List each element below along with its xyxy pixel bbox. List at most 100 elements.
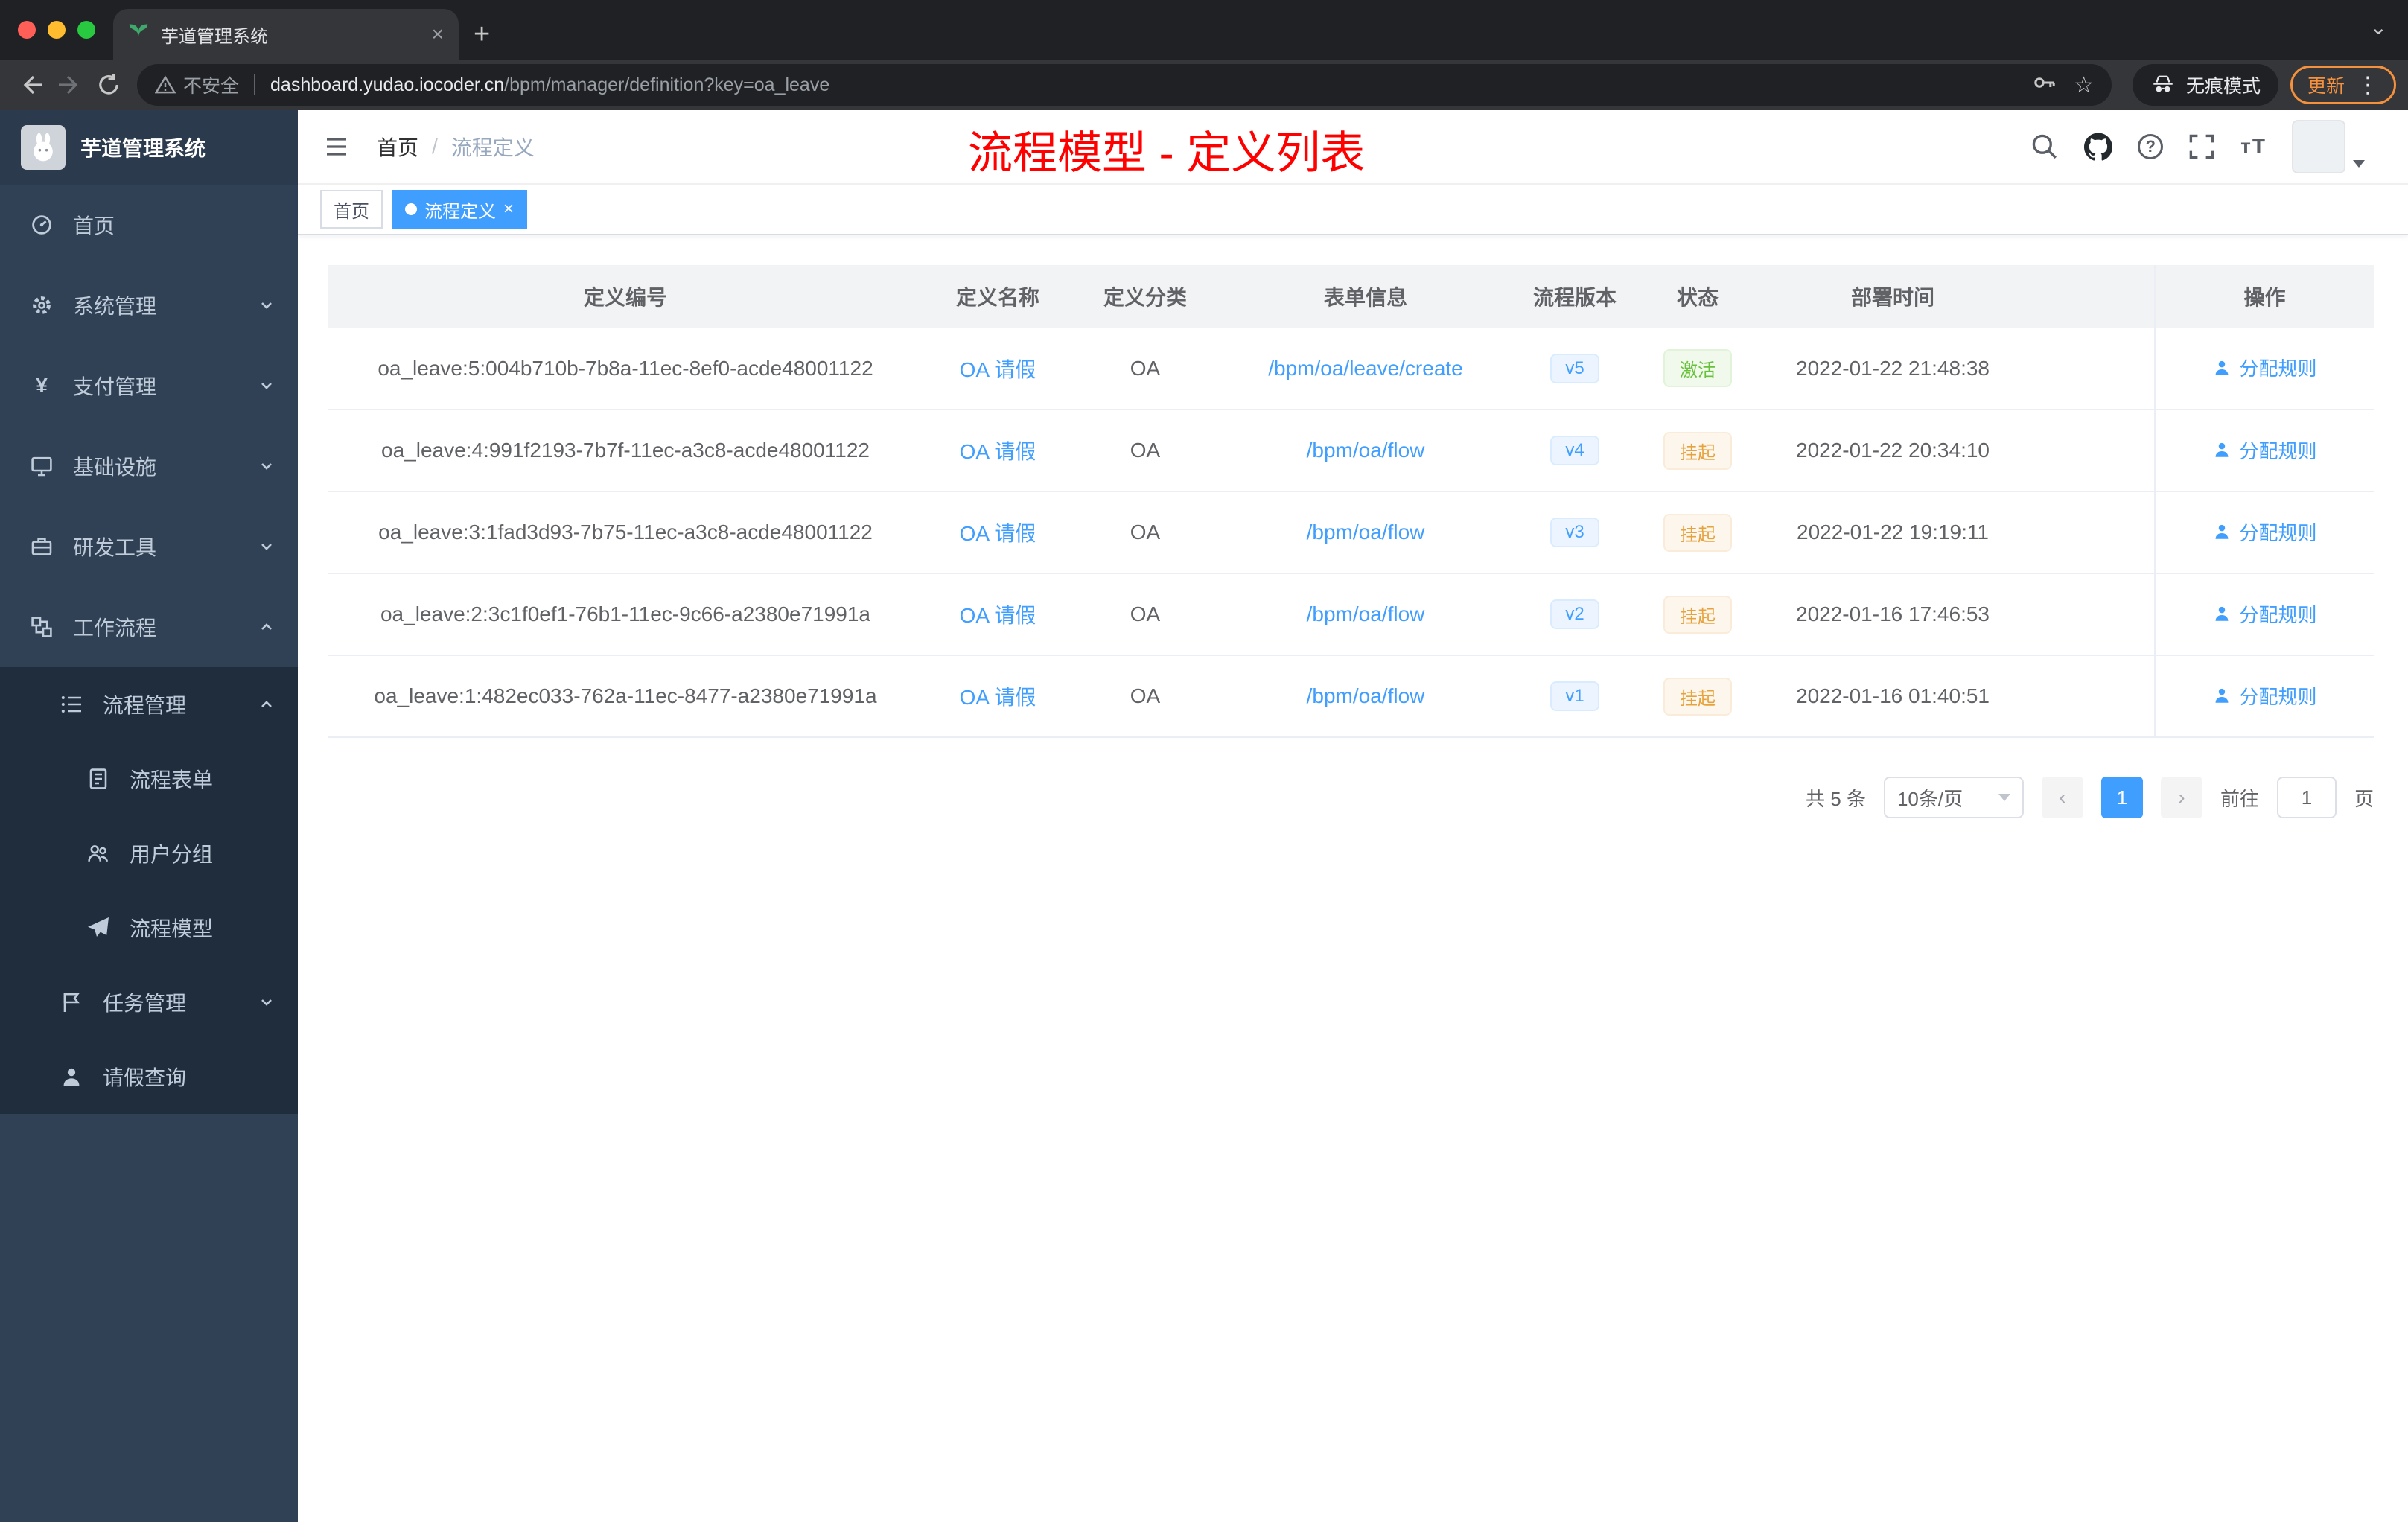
cell-category: OA: [1072, 491, 1218, 574]
sidebar-item-process-form[interactable]: 流程表单: [0, 742, 298, 816]
users-icon: [86, 841, 110, 865]
password-key-icon[interactable]: [2032, 71, 2056, 100]
sidebar-item-task-management[interactable]: 任务管理: [0, 965, 298, 1039]
version-badge: v5: [1550, 353, 1599, 383]
caret-down-icon: [2353, 160, 2365, 168]
definition-table: 定义编号 定义名称 定义分类 表单信息 流程版本 状态 部署时间 操作 oa_l: [328, 265, 2374, 738]
update-chip[interactable]: 更新 ⋮: [2290, 66, 2396, 104]
sidebar-item-payment[interactable]: ¥ 支付管理: [0, 346, 298, 426]
definition-name-link[interactable]: OA 请假: [960, 522, 1036, 545]
sidebar-item-home[interactable]: 首页: [0, 185, 298, 265]
next-page-button[interactable]: ›: [2160, 777, 2202, 818]
sidebar-item-user-group[interactable]: 用户分组: [0, 816, 298, 891]
help-icon[interactable]: ?: [2138, 134, 2164, 159]
sidebar-item-process-management[interactable]: 流程管理: [0, 667, 298, 742]
definition-name-link[interactable]: OA 请假: [960, 604, 1036, 627]
col-status: 状态: [1637, 265, 1759, 328]
close-window-button[interactable]: [18, 21, 36, 39]
form-link[interactable]: /bpm/oa/flow: [1307, 602, 1425, 625]
definition-name-link[interactable]: OA 请假: [960, 686, 1036, 709]
cell-definition-id: oa_leave:1:482ec033-762a-11ec-8477-a2380…: [328, 655, 923, 738]
paper-plane-icon: [86, 916, 110, 940]
dashboard-icon: [30, 213, 54, 237]
incognito-badge: 无痕模式: [2132, 64, 2278, 106]
assign-rule-link[interactable]: 分配规则: [2212, 518, 2317, 546]
sidebar-collapse-icon[interactable]: [320, 130, 353, 163]
maximize-window-button[interactable]: [77, 21, 95, 39]
address-bar[interactable]: 不安全 dashboard.yudao.iocoder.cn/bpm/manag…: [137, 64, 2112, 106]
form-link[interactable]: /bpm/oa/flow: [1307, 684, 1425, 707]
assign-rule-link[interactable]: 分配规则: [2212, 436, 2317, 464]
fullscreen-icon[interactable]: [2188, 133, 2215, 160]
form-link[interactable]: /bpm/oa/leave/create: [1268, 357, 1463, 380]
sidebar-item-dev-tools[interactable]: 研发工具: [0, 506, 298, 587]
minimize-window-button[interactable]: [48, 21, 66, 39]
cell-filler: [2027, 491, 2155, 574]
chevron-down-icon: [259, 995, 274, 1010]
cell-definition-id: oa_leave:5:004b710b-7b8a-11ec-8ef0-acde4…: [328, 328, 923, 410]
sidebar-item-infrastructure[interactable]: 基础设施: [0, 426, 298, 506]
forward-icon[interactable]: [51, 66, 89, 104]
browser-menu-icon[interactable]: ⋮: [2357, 72, 2379, 98]
col-process-version: 流程版本: [1513, 265, 1637, 328]
sidebar-logo[interactable]: 芋道管理系统: [0, 110, 298, 185]
assign-rule-link[interactable]: 分配规则: [2212, 600, 2317, 628]
prev-page-button[interactable]: ‹: [2041, 777, 2083, 818]
col-actions: 操作: [2154, 265, 2374, 328]
new-tab-button[interactable]: +: [474, 19, 490, 51]
app-logo-icon: [21, 125, 66, 170]
sidebar-item-label: 支付管理: [73, 375, 157, 398]
page-size-select[interactable]: 10条/页: [1883, 777, 2024, 818]
status-badge: 挂起: [1663, 513, 1732, 552]
user-icon: [2216, 689, 2229, 703]
status-badge: 挂起: [1663, 677, 1732, 716]
chevron-down-icon: [259, 378, 274, 393]
chevron-down-icon: [259, 459, 274, 474]
form-link[interactable]: /bpm/oa/flow: [1307, 439, 1425, 462]
user-icon: [2216, 607, 2229, 621]
yen-icon: ¥: [36, 374, 48, 397]
sidebar-item-leave-query[interactable]: 请假查询: [0, 1039, 298, 1114]
tab-close-icon[interactable]: ×: [432, 24, 444, 45]
sidebar-item-label: 流程表单: [130, 768, 214, 792]
cell-filler: [2027, 655, 2155, 738]
col-form-info: 表单信息: [1218, 265, 1513, 328]
tab-search-icon[interactable]: ⌄: [2370, 15, 2387, 39]
bookmark-star-icon[interactable]: ☆: [2074, 72, 2094, 98]
definition-name-link[interactable]: OA 请假: [960, 440, 1036, 463]
back-icon[interactable]: [12, 66, 51, 104]
tag-close-icon[interactable]: ×: [503, 200, 514, 218]
security-indicator[interactable]: 不安全: [155, 71, 239, 98]
avatar: [2292, 120, 2345, 173]
breadcrumb-home[interactable]: 首页: [377, 132, 418, 162]
user-menu[interactable]: [2292, 120, 2365, 173]
sidebar-item-system[interactable]: 系统管理: [0, 265, 298, 346]
warning-icon: [155, 75, 176, 94]
tag-home[interactable]: 首页: [320, 190, 383, 229]
incognito-icon: [2153, 75, 2173, 92]
search-icon[interactable]: [2030, 133, 2059, 161]
user-icon: [60, 1065, 83, 1089]
form-link[interactable]: /bpm/oa/flow: [1307, 520, 1425, 544]
page-1-button[interactable]: 1: [2100, 777, 2143, 818]
browser-tab-strip: 芋道管理系统 × + ⌄: [0, 0, 2408, 60]
cell-definition-id: oa_leave:3:1fad3d93-7b75-11ec-a3c8-acde4…: [328, 491, 923, 574]
col-filler: [2027, 265, 2155, 328]
caret-down-icon: [1998, 794, 2010, 801]
cell-category: OA: [1072, 655, 1218, 738]
sidebar-item-process-model[interactable]: 流程模型: [0, 891, 298, 965]
user-icon: [2216, 360, 2229, 375]
breadcrumb: 首页 / 流程定义: [377, 132, 535, 162]
definition-name-link[interactable]: OA 请假: [960, 358, 1036, 381]
cell-filler: [2027, 573, 2155, 656]
assign-rule-link[interactable]: 分配规则: [2212, 354, 2317, 381]
assign-rule-link[interactable]: 分配规则: [2212, 682, 2317, 710]
goto-page-input[interactable]: [2276, 777, 2337, 818]
font-size-icon[interactable]: тT: [2240, 135, 2267, 159]
table-row: oa_leave:2:3c1f0ef1-76b1-11ec-9c66-a2380…: [328, 573, 2374, 656]
github-icon[interactable]: [2084, 133, 2113, 161]
reload-icon[interactable]: [89, 66, 128, 104]
tag-process-definition[interactable]: 流程定义 ×: [392, 190, 528, 229]
sidebar-item-workflow[interactable]: 工作流程: [0, 587, 298, 667]
browser-tab[interactable]: 芋道管理系统 ×: [113, 9, 459, 60]
